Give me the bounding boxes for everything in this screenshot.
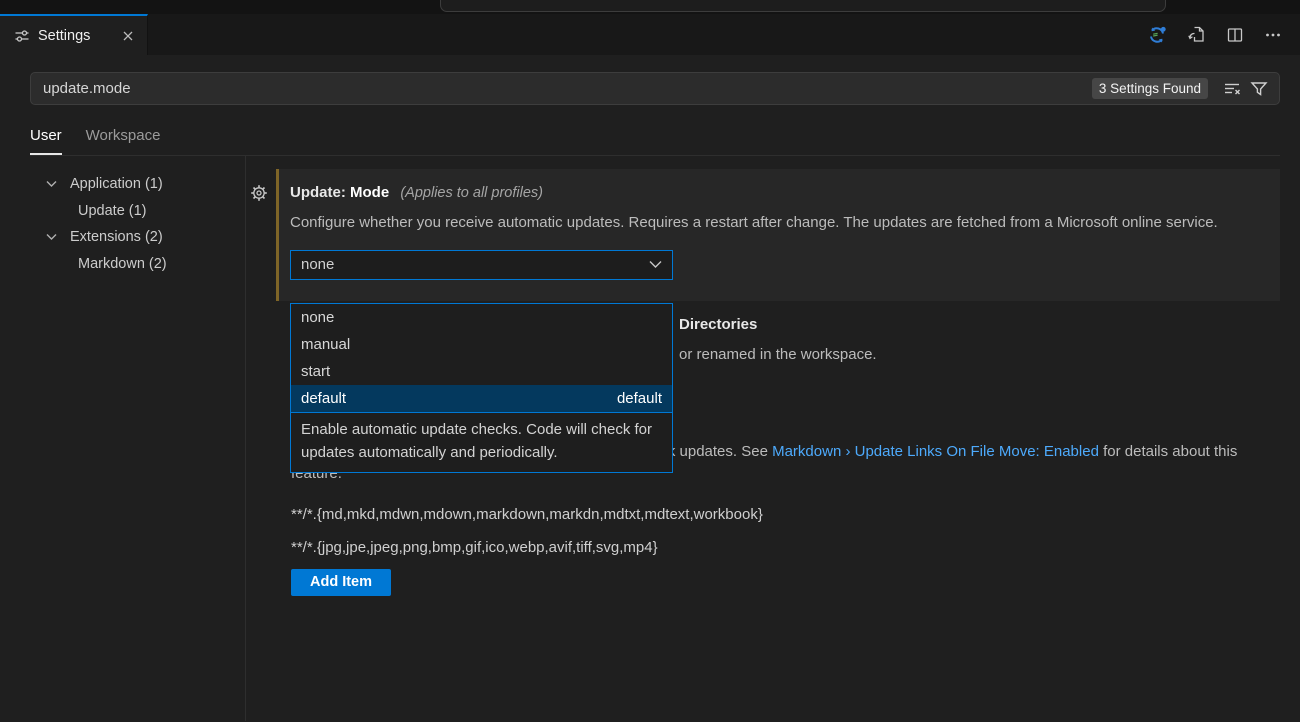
list-item[interactable]: **/*.{jpg,jpe,jpeg,png,bmp,gif,ico,webp,… bbox=[291, 536, 1280, 560]
list-item[interactable]: **/*.{md,mkd,mdwn,mdown,markdown,markdn,… bbox=[291, 503, 1280, 527]
editor-tab-bar: Settings bbox=[0, 14, 1300, 55]
related-setting-link[interactable]: Markdown › Update Links On File Move: En… bbox=[772, 443, 1099, 460]
select-current-value: none bbox=[301, 256, 334, 273]
settings-search-row: update.mode 3 Settings Found bbox=[30, 72, 1280, 105]
chevron-down-icon[interactable] bbox=[46, 180, 62, 188]
dropdown-option-manual[interactable]: manual bbox=[291, 331, 672, 358]
dropdown-option-none[interactable]: none bbox=[291, 304, 672, 331]
scope-tab-user[interactable]: User bbox=[30, 127, 62, 155]
filter-icon[interactable] bbox=[1248, 78, 1270, 99]
title-bar bbox=[0, 0, 1300, 14]
add-item-button[interactable]: Add Item bbox=[291, 569, 391, 596]
search-query-text: update.mode bbox=[43, 80, 1092, 97]
split-editor-icon[interactable] bbox=[1224, 24, 1246, 46]
command-center-searchbox[interactable] bbox=[440, 0, 1166, 12]
setting-update-mode: Update: Mode (Applies to all profiles) C… bbox=[276, 169, 1280, 301]
applies-to-all-profiles-note: (Applies to all profiles) bbox=[400, 185, 543, 201]
chevron-down-icon bbox=[649, 260, 662, 269]
settings-found-badge: 3 Settings Found bbox=[1092, 78, 1208, 99]
dropdown-option-start[interactable]: start bbox=[291, 358, 672, 385]
close-tab-icon[interactable] bbox=[119, 27, 137, 45]
setting-description: Configure whether you receive automatic … bbox=[290, 212, 1250, 235]
settings-body: Application (1) Update (1) Extensions (2… bbox=[0, 156, 1300, 721]
tab-settings[interactable]: Settings bbox=[0, 14, 148, 55]
settings-toc: Application (1) Update (1) Extensions (2… bbox=[0, 156, 245, 721]
toc-item-application[interactable]: Application (1) bbox=[0, 171, 245, 198]
option-default-detail: default bbox=[617, 390, 662, 407]
scope-tab-workspace[interactable]: Workspace bbox=[86, 127, 161, 155]
update-mode-dropdown: none manual start default default Enable… bbox=[290, 303, 673, 473]
settings-sliders-icon bbox=[14, 28, 30, 44]
clear-search-results-icon[interactable] bbox=[1221, 78, 1244, 99]
editor-actions bbox=[1145, 14, 1300, 55]
settings-scope-tabs: User Workspace bbox=[30, 118, 1280, 156]
toc-item-markdown[interactable]: Markdown (2) bbox=[0, 251, 245, 278]
setting-description-fragment: or renamed in the workspace. bbox=[679, 344, 1280, 365]
chevron-down-icon[interactable] bbox=[46, 233, 62, 241]
setting-title-fragment: Directories bbox=[679, 315, 1280, 335]
more-actions-icon[interactable] bbox=[1262, 24, 1284, 46]
settings-search-input[interactable]: update.mode 3 Settings Found bbox=[30, 72, 1280, 105]
dropdown-option-description: Enable automatic update checks. Code wil… bbox=[291, 412, 672, 472]
setting-title: Update: Mode (Applies to all profiles) bbox=[290, 182, 1256, 204]
dropdown-option-default[interactable]: default default bbox=[291, 385, 672, 412]
toc-item-update[interactable]: Update (1) bbox=[0, 198, 245, 225]
settings-sync-icon[interactable] bbox=[1145, 23, 1169, 47]
settings-list: Update: Mode (Applies to all profiles) C… bbox=[246, 156, 1300, 721]
tab-label: Settings bbox=[38, 28, 90, 44]
update-mode-select[interactable]: none bbox=[290, 250, 673, 280]
glob-pattern-list: **/*.{md,mkd,mdwn,mdown,markdown,markdn,… bbox=[291, 503, 1280, 560]
open-settings-json-icon[interactable] bbox=[1185, 23, 1208, 46]
toc-item-extensions[interactable]: Extensions (2) bbox=[0, 224, 245, 251]
gear-icon[interactable] bbox=[250, 184, 268, 202]
